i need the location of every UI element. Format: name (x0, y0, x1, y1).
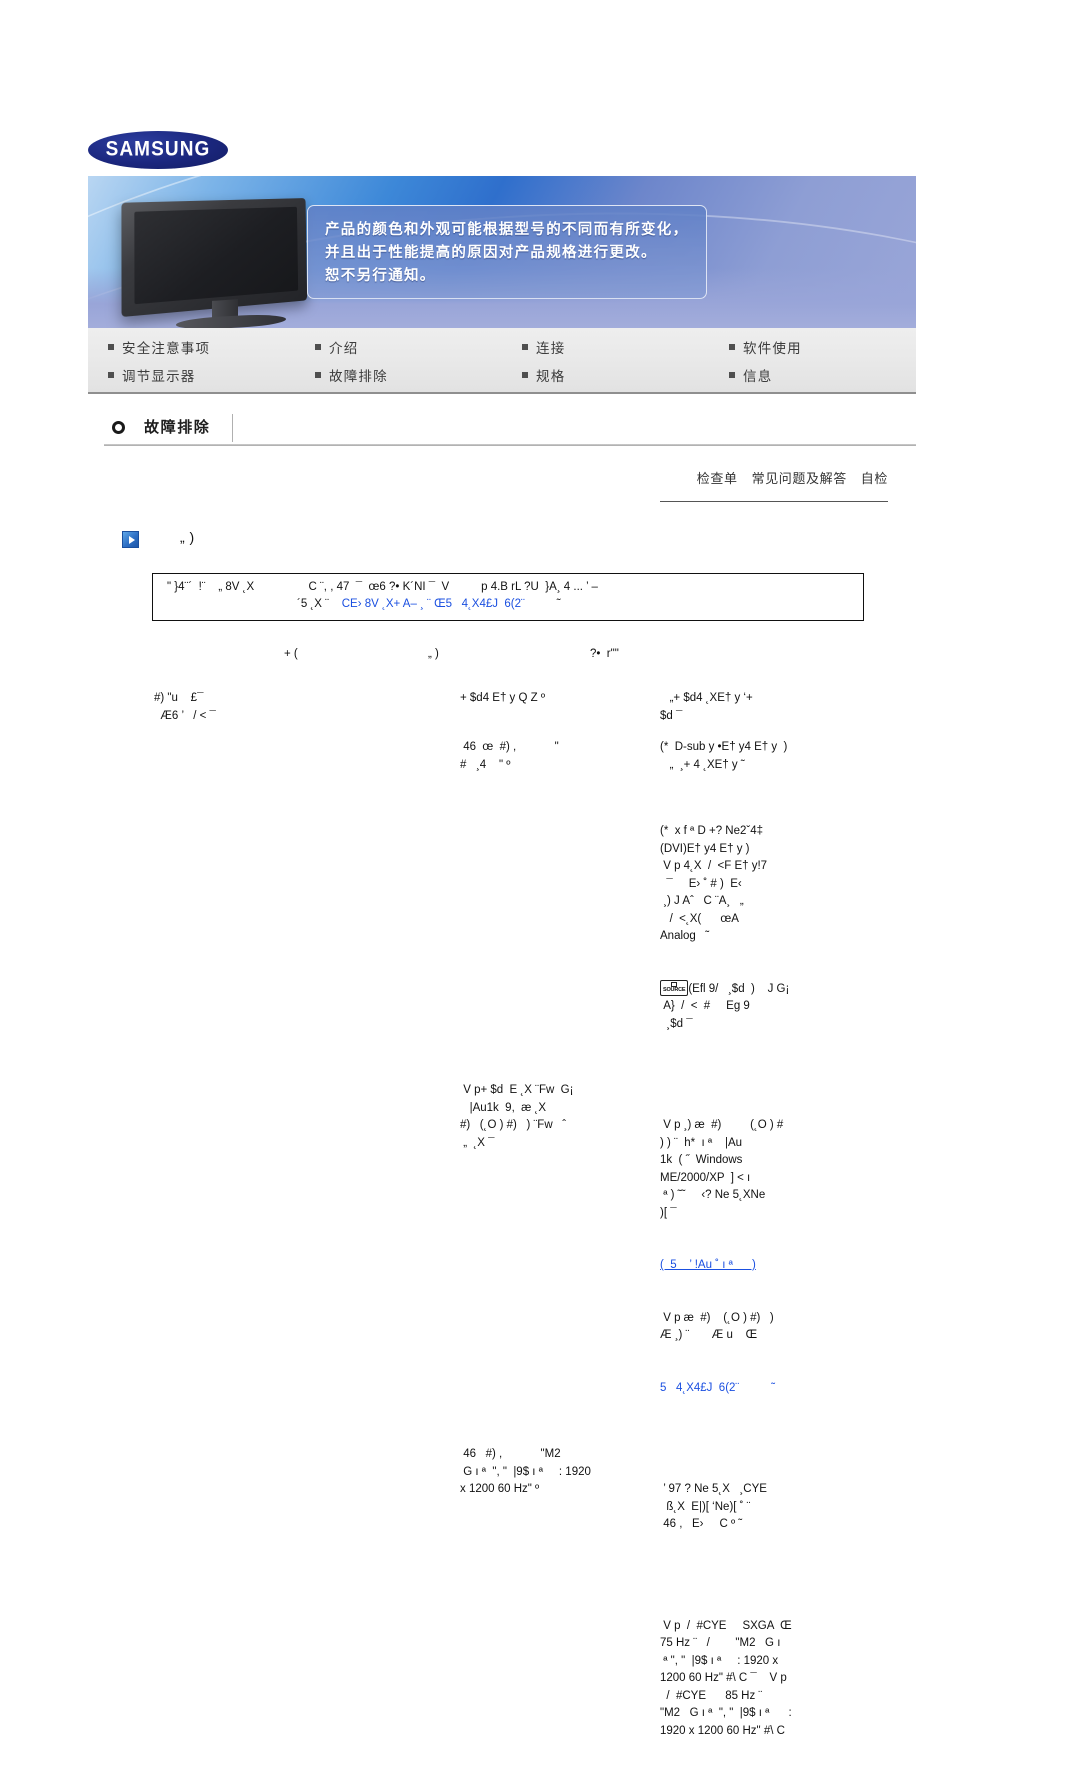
divider (232, 414, 233, 442)
table-row: 46 #) , "M2 G ı ª ", " |9$ ı ª : 1920 x … (140, 1446, 900, 1775)
nav-item-information[interactable]: 信息 (709, 361, 916, 389)
bullet-icon (522, 372, 528, 378)
solution-block-source: SOURCE (Efl 9/ ¸$d ) J G¡ A} / < # Eg 9 ¸… (660, 979, 900, 1034)
header-rule (104, 444, 916, 446)
nav-label: 介绍 (329, 341, 359, 357)
row-spacer (140, 1068, 900, 1082)
cell-checklist: + $d4 E† y Q Z º (460, 692, 546, 704)
row-spacer (140, 725, 900, 739)
main-navigation: 安全注意事项 介绍 连接 软件使用 调节显示器 故障排除 规格 信息 (88, 328, 916, 394)
table-row: #) "u £¯ Æ6 ’ / < ¯ + $d4 E† y Q Z º „+ … (140, 690, 900, 725)
solution-block-frequency: V p / #CYE SXGA Œ 75 Hz ¨ / "M2 G ı ª ",… (660, 1619, 792, 1737)
table-row: (* x f ª D +? Ne2ˇ4‡ (DVI)E† y4 E† y ) V… (140, 788, 900, 1068)
nav-row-top: 安全注意事项 介绍 连接 软件使用 (88, 333, 916, 361)
row-spacer (140, 1432, 900, 1446)
cell-checklist: V p+ $d E ˛X ¨Fw G¡ |Au1k 9, æ ˛X #) (˛O… (460, 1084, 574, 1149)
note-line-2-suffix: ˜ (524, 598, 561, 610)
solution-block-refer: V p æ #) (˛O ) #) ) Æ ¸) ¨ Æ u Œ (660, 1311, 774, 1342)
column-header-solution: ?• r"" (590, 648, 619, 660)
nav-item-adjusting-monitor[interactable]: 调节显示器 (88, 361, 295, 389)
cell-solution: (* D-sub y •E† y4 E† y ) „ ¸+ 4 ˛XE† y ˜ (660, 741, 788, 771)
troubleshooting-tabs: 检查单 常见问题及解答 自检 (660, 468, 888, 502)
column-header-checklist: „ ) (428, 648, 439, 660)
cell-solution: „+ $d4 ˛XE† y ‘+ $d ¯ (660, 692, 753, 722)
note-line-2: ´5 ˛X ¨ CE› 8V ˛X+ A– ¸ ¨ Œ5 4˛X4£J 6(2¨… (153, 596, 863, 613)
nav-label: 连接 (536, 341, 566, 357)
bullet-icon (315, 344, 321, 350)
troubleshooting-table: + ( „ ) ?• r"" #) "u £¯ Æ6 ’ / < ¯ + $d4… (140, 648, 900, 1775)
table-header-row: + ( „ ) ?• r"" (140, 648, 900, 690)
nav-item-introduction[interactable]: 介绍 (295, 333, 502, 361)
nav-item-specifications[interactable]: 规格 (502, 361, 709, 389)
logo-ellipse: SAMSUNG (88, 131, 228, 169)
logo-text: SAMSUNG (105, 137, 211, 162)
nav-label: 调节显示器 (122, 369, 196, 385)
ring-icon (112, 421, 125, 434)
bullet-icon (522, 344, 528, 350)
tab-faq[interactable]: 常见问题及解答 (752, 468, 847, 487)
tab-checklist[interactable]: 检查单 (697, 468, 738, 487)
cell-solution: (* x f ª D +? Ne2ˇ4‡ (DVI)E† y4 E† y ) V… (660, 788, 900, 1068)
bullet-icon (108, 344, 114, 350)
bullet-icon (729, 372, 735, 378)
monitor-panel (134, 206, 299, 305)
nav-label: 信息 (743, 369, 773, 385)
note-line-1: " }4¨´ !¨ „ 8V ˛X C ¨, , 47 ¯ œ6 ?• K´NI… (167, 581, 598, 593)
note-line-2-prefix: ´5 ˛X ¨ (297, 598, 342, 610)
solution-block-resolution: ’ 97 ? Ne 5˛X ¸CYE ß˛X E|)[ ‘Ne)[ ˚ ¨ 46… (663, 1483, 767, 1531)
cell-solution: V p ¸) æ #) (˛O ) # ) ) ¨ h* ı ª |Au 1k … (660, 1082, 900, 1432)
nav-label: 故障排除 (329, 369, 388, 385)
note-box: " }4¨´ !¨ „ 8V ˛X C ¨, , 47 ¯ œ6 ?• K´NI… (152, 573, 864, 621)
table-row: 46 œ #) , " # ¸4 " º (* D-sub y •E† y4 E… (140, 739, 900, 774)
nav-label: 安全注意事项 (122, 341, 211, 357)
solution-block-driver: V p ¸) æ #) (˛O ) # ) ) ¨ h* ı ª |Au 1k … (660, 1119, 784, 1219)
solution-block-dvi: (* x f ª D +? Ne2ˇ4‡ (DVI)E† y4 E† y ) V… (660, 825, 768, 942)
monitor-base (176, 313, 286, 328)
section-header: 故障排除 (104, 412, 916, 446)
notice-line-2: 并且出于性能提高的原因对产品规格进行更改。 (325, 245, 657, 261)
play-arrow-icon (122, 531, 139, 548)
nav-item-software[interactable]: 软件使用 (709, 333, 916, 361)
subsection-heading: „ ) (122, 527, 882, 557)
samsung-logo: SAMSUNG (88, 131, 228, 169)
nav-row-bottom: 调节显示器 故障排除 规格 信息 (88, 361, 916, 389)
nav-label: 规格 (536, 369, 566, 385)
tab-self-test[interactable]: 自检 (861, 468, 888, 487)
hero-banner: 产品的颜色和外观可能根据型号的不同而有所变化， 并且出于性能提高的原因对产品规格… (88, 176, 916, 328)
page-title: 故障排除 (144, 418, 211, 436)
nav-label: 软件使用 (743, 341, 802, 357)
note-link[interactable]: CE› 8V ˛X+ A– ¸ ¨ Œ5 4˛X4£J 6(2¨ (342, 598, 525, 610)
bullet-icon (729, 344, 735, 350)
cell-symptom: #) "u £¯ Æ6 ’ / < ¯ (154, 692, 216, 722)
solution-link-install[interactable]: ( 5 ’ !Au ˚ ı ª ) (660, 1257, 900, 1275)
solution-link-manual[interactable]: 5 4˛X4£J 6(2¨ ˜ (660, 1380, 900, 1398)
cell-checklist: 46 #) , "M2 G ı ª ", " |9$ ı ª : 1920 x … (460, 1448, 591, 1496)
subsection-label: „ ) (180, 529, 195, 545)
table-row: V p+ $d E ˛X ¨Fw G¡ |Au1k 9, æ ˛X #) (˛O… (140, 1082, 900, 1432)
source-button-icon: SOURCE (660, 979, 689, 996)
monitor-screen (121, 198, 308, 318)
cell-solution: ’ 97 ? Ne 5˛X ¸CYE ß˛X E|)[ ‘Ne)[ ˚ ¨ 46… (660, 1446, 900, 1775)
cell-checklist: 46 œ #) , " # ¸4 " º (460, 741, 559, 771)
bullet-icon (108, 372, 114, 378)
notice-line-3: 恕不另行通知。 (325, 268, 436, 284)
product-notice-box: 产品的颜色和外观可能根据型号的不同而有所变化， 并且出于性能提高的原因对产品规格… (307, 205, 707, 299)
row-spacer (140, 774, 900, 788)
manual-page: SAMSUNG 产品的颜色和外观可能根据型号的不同而有所变化， 并且出于性能提高… (0, 0, 1080, 1737)
notice-line-1: 产品的颜色和外观可能根据型号的不同而有所变化， (325, 222, 689, 238)
nav-item-connection[interactable]: 连接 (502, 333, 709, 361)
bullet-icon (315, 372, 321, 378)
nav-item-safety[interactable]: 安全注意事项 (88, 333, 295, 361)
monitor-product-image (116, 198, 326, 328)
nav-item-troubleshooting[interactable]: 故障排除 (295, 361, 502, 389)
column-header-symptom: + ( (284, 648, 298, 660)
